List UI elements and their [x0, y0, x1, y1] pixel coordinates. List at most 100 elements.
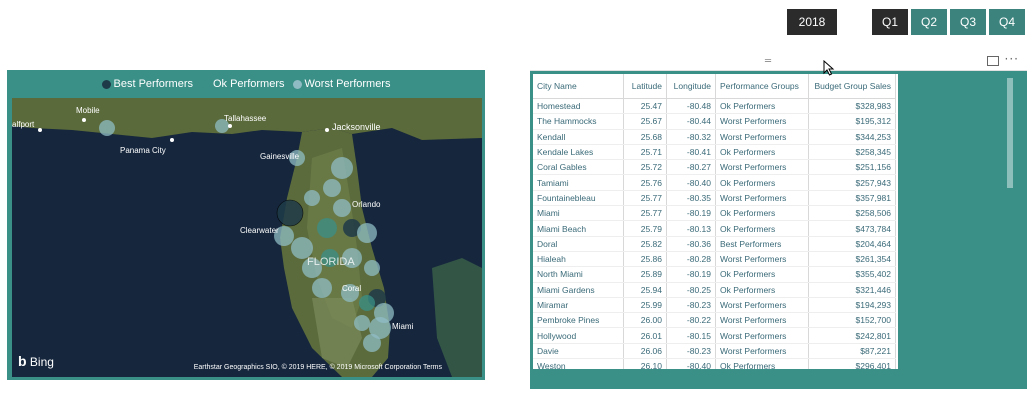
table-row[interactable]: Coral Gables 25.72 -80.27 Worst Performers $… — [533, 159, 896, 176]
cell-budget-sales: $251,156 — [808, 159, 896, 176]
cell-latitude: 26.10 — [623, 358, 667, 369]
visual-header: ═ ··· — [530, 52, 1027, 71]
satellite-map-image — [12, 98, 482, 377]
cell-longitude: -80.19 — [666, 266, 716, 283]
cell-latitude: 25.94 — [623, 282, 667, 298]
table-row[interactable]: North Miami 25.89 -80.19 Ok Performers $355,… — [533, 266, 896, 283]
table-row[interactable]: The Hammocks 25.67 -80.44 Worst Performers $… — [533, 113, 896, 130]
table-row[interactable]: Hollywood 26.01 -80.15 Worst Performers $242… — [533, 327, 896, 344]
column-header-latitude[interactable]: Latitude — [623, 74, 667, 99]
quarter-button-q1[interactable]: Q1 — [872, 9, 908, 35]
map-visual[interactable]: Best Performers Ok Performers Worst Perf… — [7, 70, 485, 380]
drag-handle-icon[interactable]: ═ — [765, 56, 771, 67]
cell-latitude: 26.00 — [623, 312, 667, 329]
cell-latitude: 25.79 — [623, 220, 667, 237]
column-header-city-name[interactable]: City Name — [533, 74, 624, 99]
cell-budget-sales: $87,221 — [808, 343, 896, 360]
quarter-button-q4[interactable]: Q4 — [989, 9, 1025, 35]
cell-performance-group: Ok Performers — [715, 358, 809, 369]
table-row[interactable]: Davie 26.06 -80.23 Worst Performers $87,221 — [533, 343, 896, 360]
more-options-icon[interactable]: ··· — [1005, 52, 1019, 66]
table-row[interactable]: Miami Beach 25.79 -80.13 Ok Performers $473,… — [533, 220, 896, 237]
cell-latitude: 25.71 — [623, 144, 667, 161]
data-table: City Name Latitude Longitude Performance… — [533, 74, 896, 369]
cell-performance-group: Ok Performers — [715, 205, 809, 222]
year-slicer-button[interactable]: 2018 — [787, 9, 837, 35]
table-row[interactable]: Hialeah 25.86 -80.28 Worst Performers $261,3… — [533, 251, 896, 268]
cell-longitude: -80.35 — [666, 190, 716, 207]
cell-longitude: -80.22 — [666, 312, 716, 329]
cell-city-name: Miami — [533, 205, 624, 222]
cell-budget-sales: $258,506 — [808, 205, 896, 222]
cell-longitude: -80.23 — [666, 297, 716, 314]
cell-budget-sales: $261,354 — [808, 251, 896, 268]
table-row[interactable]: Kendall 25.68 -80.32 Worst Performers $344,2… — [533, 129, 896, 145]
table-header-row: City Name Latitude Longitude Performance… — [533, 74, 896, 99]
cell-performance-group: Worst Performers — [715, 251, 809, 268]
cell-city-name: Kendall — [533, 129, 624, 145]
table-scrollbar-thumb[interactable] — [1007, 78, 1013, 188]
cell-latitude: 25.86 — [623, 251, 667, 268]
cell-city-name: Kendale Lakes — [533, 144, 624, 161]
cell-latitude: 25.67 — [623, 113, 667, 130]
legend-item-worst[interactable]: Worst Performers — [292, 78, 391, 90]
map-canvas[interactable]: alfport Mobile Tallahassee Jacksonville … — [12, 98, 482, 377]
cell-performance-group: Ok Performers — [715, 144, 809, 161]
quarter-button-q2[interactable]: Q2 — [911, 9, 947, 35]
table-row[interactable]: Miramar 25.99 -80.23 Worst Performers $194,2… — [533, 297, 896, 314]
cell-budget-sales: $321,446 — [808, 282, 896, 298]
bing-label: Bing — [29, 355, 54, 369]
cell-city-name: Miramar — [533, 297, 624, 314]
cell-longitude: -80.36 — [666, 236, 716, 252]
focus-mode-icon[interactable] — [987, 56, 999, 66]
cell-longitude: -80.25 — [666, 282, 716, 298]
quarter-button-q3[interactable]: Q3 — [950, 9, 986, 35]
table-visual[interactable]: ═ ··· City Name Latitude Longitude Perfo… — [530, 52, 1027, 389]
cell-city-name: Weston — [533, 358, 624, 369]
map-city-label: alfport — [12, 120, 35, 129]
table-row[interactable]: Doral 25.82 -80.36 Best Performers $204,464 — [533, 236, 896, 252]
table-row[interactable]: Pembroke Pines 26.00 -80.22 Worst Performer… — [533, 312, 896, 329]
legend-item-best[interactable]: Best Performers — [101, 78, 193, 90]
cell-performance-group: Worst Performers — [715, 159, 809, 176]
column-header-budget-group-sales[interactable]: Budget Group Sales — [808, 74, 896, 99]
map-city-label: Clearwater — [240, 226, 279, 235]
cell-latitude: 25.72 — [623, 159, 667, 176]
cell-latitude: 26.06 — [623, 343, 667, 360]
map-city-label: Miami — [392, 322, 414, 331]
legend-dot-icon — [292, 79, 302, 89]
cell-longitude: -80.28 — [666, 251, 716, 268]
table-row[interactable]: Miami Gardens 25.94 -80.25 Ok Performers $32… — [533, 282, 896, 298]
table-row[interactable]: Homestead 25.47 -80.48 Ok Performers $328,98… — [533, 98, 896, 115]
legend-item-ok[interactable]: Ok Performers — [200, 78, 285, 90]
cell-performance-group: Ok Performers — [715, 174, 809, 191]
column-header-longitude[interactable]: Longitude — [666, 74, 716, 99]
map-city-label: Jacksonville — [332, 122, 381, 132]
legend-dot-icon — [101, 79, 111, 89]
map-legend: Best Performers Ok Performers Worst Perf… — [7, 70, 485, 98]
table-row[interactable]: Miami 25.77 -80.19 Ok Performers $258,506 — [533, 205, 896, 222]
cell-budget-sales: $204,464 — [808, 236, 896, 252]
cell-performance-group: Ok Performers — [715, 266, 809, 283]
table-row[interactable]: Weston 26.10 -80.40 Ok Performers $296,401 — [533, 358, 896, 369]
terms-link[interactable]: Terms — [423, 364, 442, 371]
legend-label: Worst Performers — [304, 78, 391, 90]
map-region-label: FLORIDA — [307, 256, 355, 268]
cell-city-name: Miami Gardens — [533, 282, 624, 298]
table-row[interactable]: Tamiami 25.76 -80.40 Ok Performers $257,943 — [533, 174, 896, 191]
cell-performance-group: Worst Performers — [715, 327, 809, 344]
cell-budget-sales: $242,801 — [808, 327, 896, 344]
cell-performance-group: Worst Performers — [715, 129, 809, 145]
table-row[interactable]: Kendale Lakes 25.71 -80.41 Ok Performers $25… — [533, 144, 896, 161]
cell-longitude: -80.23 — [666, 343, 716, 360]
cell-city-name: Hialeah — [533, 251, 624, 268]
table-row[interactable]: Fountainebleau 25.77 -80.35 Worst Performer… — [533, 190, 896, 207]
cell-city-name: North Miami — [533, 266, 624, 283]
data-table-container: City Name Latitude Longitude Performance… — [533, 74, 898, 369]
cell-latitude: 25.89 — [623, 266, 667, 283]
cell-latitude: 26.01 — [623, 327, 667, 344]
cell-budget-sales: $328,983 — [808, 98, 896, 115]
cell-performance-group: Worst Performers — [715, 312, 809, 329]
cell-city-name: Davie — [533, 343, 624, 360]
column-header-performance-groups[interactable]: Performance Groups — [715, 74, 809, 99]
